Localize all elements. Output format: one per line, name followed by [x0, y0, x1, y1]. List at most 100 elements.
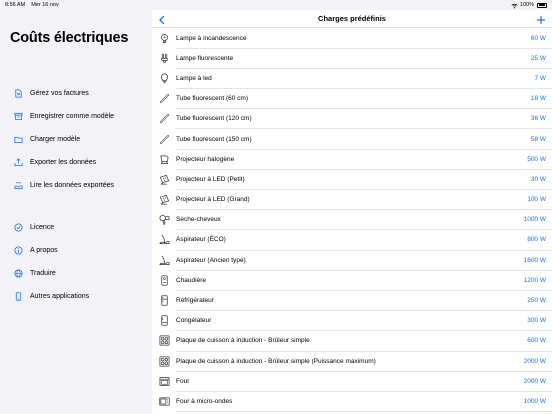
preset-label: Lampe à led [176, 74, 212, 82]
sidebar-item-label: Autres applications [30, 293, 90, 300]
cooktop-icon [157, 354, 171, 368]
microwave-icon [157, 394, 171, 408]
folder-icon [13, 135, 23, 145]
page-title: Charges prédéfinis [318, 14, 386, 23]
cooktop-icon [157, 334, 171, 348]
preset-row[interactable]: Four à micro-ondes 1000 W [152, 391, 552, 412]
preset-wattage: 500 W [527, 155, 546, 163]
preset-row[interactable]: Aspirateur (ÉCO) 800 W [152, 230, 552, 251]
preset-label: Lampe fluorescente [176, 54, 234, 62]
preset-wattage: 800 W [527, 236, 546, 244]
add-plus-icon[interactable] [536, 13, 546, 25]
sidebar-menu-primary: Gérez vos factures Enregistrer comme mod… [0, 82, 152, 197]
preset-row[interactable]: Plaque de cuisson à induction - Brûleur … [152, 331, 552, 352]
main-panel: Charges prédéfinis Lampe à incandescence… [152, 10, 552, 414]
preset-row[interactable]: Réfrigérateur 250 W [152, 290, 552, 311]
cfl-bulb-icon [157, 51, 171, 65]
preset-wattage: 36 W [530, 115, 546, 123]
tube-icon [157, 132, 171, 146]
sidebar-item-translate[interactable]: Traduire [0, 262, 152, 285]
preset-label: Aspirateur (Ancien type) [176, 256, 246, 264]
preset-row[interactable]: Plaque de cuisson à induction - Brûleur … [152, 351, 552, 372]
preset-wattage: 600 W [527, 337, 546, 345]
wifi-icon [511, 3, 518, 8]
projector-icon [157, 152, 171, 166]
preset-wattage: 2000 W [523, 357, 546, 365]
preset-label: Tube fluorescent (120 cm) [176, 115, 252, 123]
sidebar-item-label: Gérez vos factures [30, 90, 89, 97]
preset-row[interactable]: Lampe fluorescente 25 W [152, 48, 552, 69]
preset-label: Chaudière [176, 276, 206, 284]
preset-label: Projecteur à LED (Grand) [176, 196, 250, 204]
preset-wattage: 2000 W [523, 377, 546, 385]
led-projector-icon [157, 172, 171, 186]
sidebar-item-manage-bills[interactable]: Gérez vos factures [0, 82, 152, 105]
preset-row[interactable]: Sèche-cheveux 1000 W [152, 210, 552, 231]
preset-row[interactable]: Projecteur à LED (Petit) 30 W [152, 169, 552, 190]
import-tray-icon [13, 181, 23, 191]
archive-icon [13, 112, 23, 122]
preset-row[interactable]: Aspirateur (Ancien type) 1600 W [152, 250, 552, 271]
preset-wattage: 60 W [530, 34, 546, 42]
app-title: Coûts électriques [10, 30, 129, 46]
preset-load-list: Lampe à incandescence 60 W Lampe fluoresce… [152, 28, 552, 412]
preset-wattage: 1000 W [523, 216, 546, 224]
battery-icon [537, 2, 547, 8]
preset-label: Réfrigérateur [176, 297, 214, 305]
sidebar-item-other-apps[interactable]: Autres applications [0, 285, 152, 308]
preset-row[interactable]: Congélateur 300 W [152, 311, 552, 332]
preset-row[interactable]: Four 2000 W [152, 371, 552, 392]
tube-icon [157, 92, 171, 106]
sidebar-item-about[interactable]: A propos [0, 239, 152, 262]
sidebar-item-label: Charger modèle [30, 136, 81, 143]
check-circle-icon [13, 223, 23, 233]
sidebar-item-export-data[interactable]: Exporter les données [0, 151, 152, 174]
preset-row[interactable]: Projecteur halogène 500 W [152, 149, 552, 170]
preset-row[interactable]: Projecteur à LED (Grand) 100 W [152, 190, 552, 210]
tube-icon [157, 112, 171, 126]
status-time: 8:56 AM [5, 2, 26, 8]
hairdryer-icon [157, 213, 171, 227]
preset-wattage: 100 W [527, 196, 546, 204]
preset-row[interactable]: Tube fluorescent (60 cm) 18 W [152, 89, 552, 109]
vacuum-icon [157, 233, 171, 247]
sidebar-item-load-template[interactable]: Charger modèle [0, 128, 152, 151]
preset-label: Plaque de cuisson à induction - Brûleur … [176, 337, 310, 345]
preset-row[interactable]: Tube fluorescent (150 cm) 58 W [152, 129, 552, 150]
nav-bar: Charges prédéfinis [152, 10, 552, 28]
preset-row[interactable]: Chaudière 1200 W [152, 270, 552, 291]
preset-wattage: 300 W [527, 317, 546, 325]
bulb-icon [157, 31, 171, 45]
preset-row[interactable]: Tube fluorescent (120 cm) 36 W [152, 109, 552, 130]
status-right: 100% [511, 2, 547, 8]
sidebar-item-label: A propos [30, 247, 58, 254]
preset-label: Congélateur [176, 317, 212, 325]
status-bar: 8:56 AM Mer 16 nov 100% [0, 0, 552, 10]
phone-icon [13, 292, 23, 302]
led-bulb-icon [157, 71, 171, 85]
back-chevron-icon[interactable] [157, 13, 167, 25]
preset-label: Projecteur halogène [176, 155, 235, 163]
freezer-icon [157, 314, 171, 328]
sidebar-item-license[interactable]: Licence [0, 216, 152, 239]
fridge-icon [157, 294, 171, 308]
preset-wattage: 250 W [527, 297, 546, 305]
preset-label: Four à micro-ondes [176, 397, 233, 405]
sidebar-item-save-template[interactable]: Enregistrer comme modèle [0, 105, 152, 128]
info-circle-icon [13, 246, 23, 256]
preset-wattage: 7 W [534, 74, 546, 82]
preset-row[interactable]: Lampe à incandescence 60 W [152, 28, 552, 49]
preset-label: Tube fluorescent (150 cm) [176, 135, 252, 143]
oven-icon [157, 374, 171, 388]
preset-row[interactable]: Lampe à led 7 W [152, 68, 552, 89]
sidebar-item-label: Exporter les données [30, 159, 97, 166]
preset-wattage: 25 W [530, 54, 546, 62]
preset-wattage: 18 W [530, 95, 546, 103]
boiler-icon [157, 273, 171, 287]
export-tray-icon [13, 158, 23, 168]
preset-label: Projecteur à LED (Petit) [176, 175, 245, 183]
status-date: Mer 16 nov [31, 2, 59, 8]
sidebar-item-read-exported[interactable]: Lire les données exportées [0, 174, 152, 197]
sidebar-item-label: Lire les données exportées [30, 182, 115, 189]
document-icon [13, 89, 23, 99]
